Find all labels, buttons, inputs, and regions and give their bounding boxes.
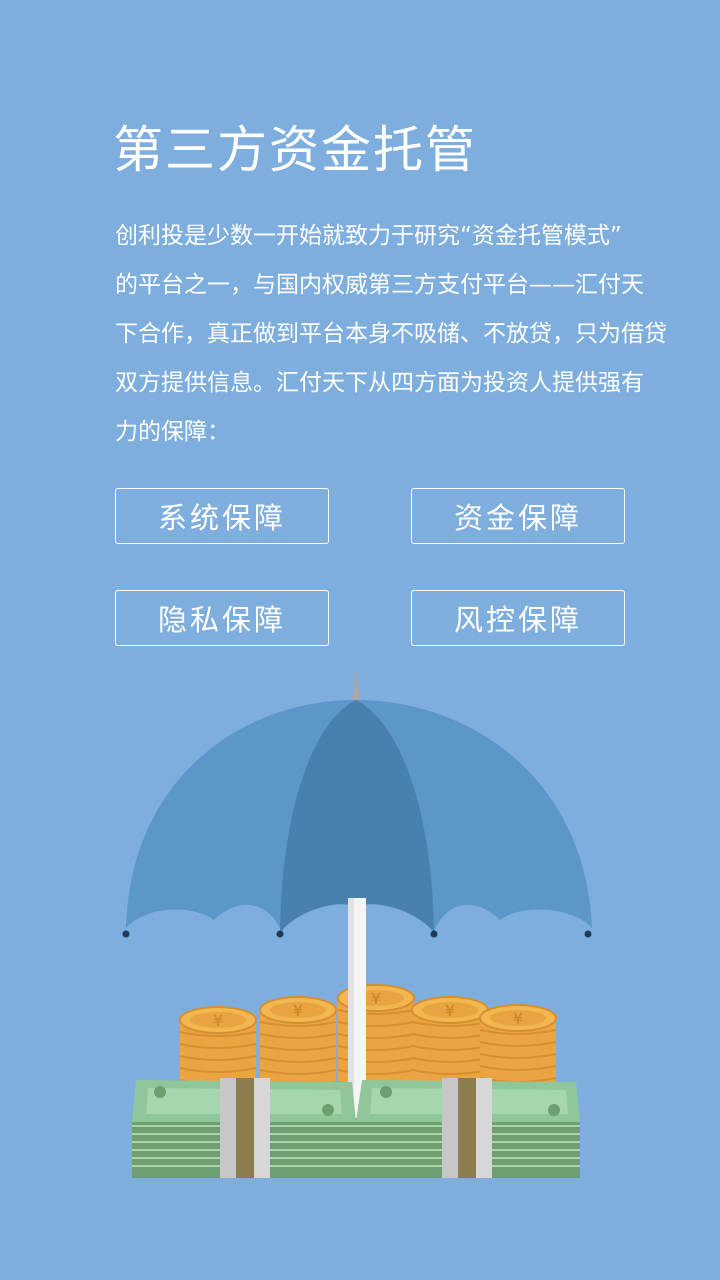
page-title: 第三方资金托管 (113, 121, 477, 179)
coin-symbol: ¥ (513, 1009, 523, 1028)
intro-line: 力的保障： (115, 419, 230, 445)
coin-symbol: ¥ (213, 1011, 223, 1030)
coin-symbol: ¥ (371, 989, 381, 1008)
coin-symbol: ¥ (293, 1001, 303, 1020)
intro-paragraph: 创利投是少数一开始就致力于研究“资金托管模式” 的平台之一，与国内权威第三方支付… (115, 212, 675, 457)
privacy-guarantee-button[interactable]: 隐私保障 (115, 590, 329, 646)
coin-stacks-icon (179, 984, 557, 1090)
intro-line: 双方提供信息。汇付天下从四方面为投资人提供强有 (115, 370, 644, 396)
fund-guarantee-button[interactable]: 资金保障 (411, 488, 625, 544)
intro-line: 下合作，真正做到平台本身不吸储、不放贷，只为借贷 (115, 321, 667, 347)
umbrella-over-money-icon: ¥ ¥ ¥ ¥ ¥ (122, 668, 592, 1178)
intro-line: 创利投是少数一开始就致力于研究“资金托管模式” (115, 223, 622, 249)
risk-control-guarantee-button[interactable]: 风控保障 (411, 590, 625, 646)
intro-line: 的平台之一，与国内权威第三方支付平台——汇付天 (115, 272, 644, 298)
coin-symbol: ¥ (445, 1001, 455, 1020)
system-guarantee-button[interactable]: 系统保障 (115, 488, 329, 544)
